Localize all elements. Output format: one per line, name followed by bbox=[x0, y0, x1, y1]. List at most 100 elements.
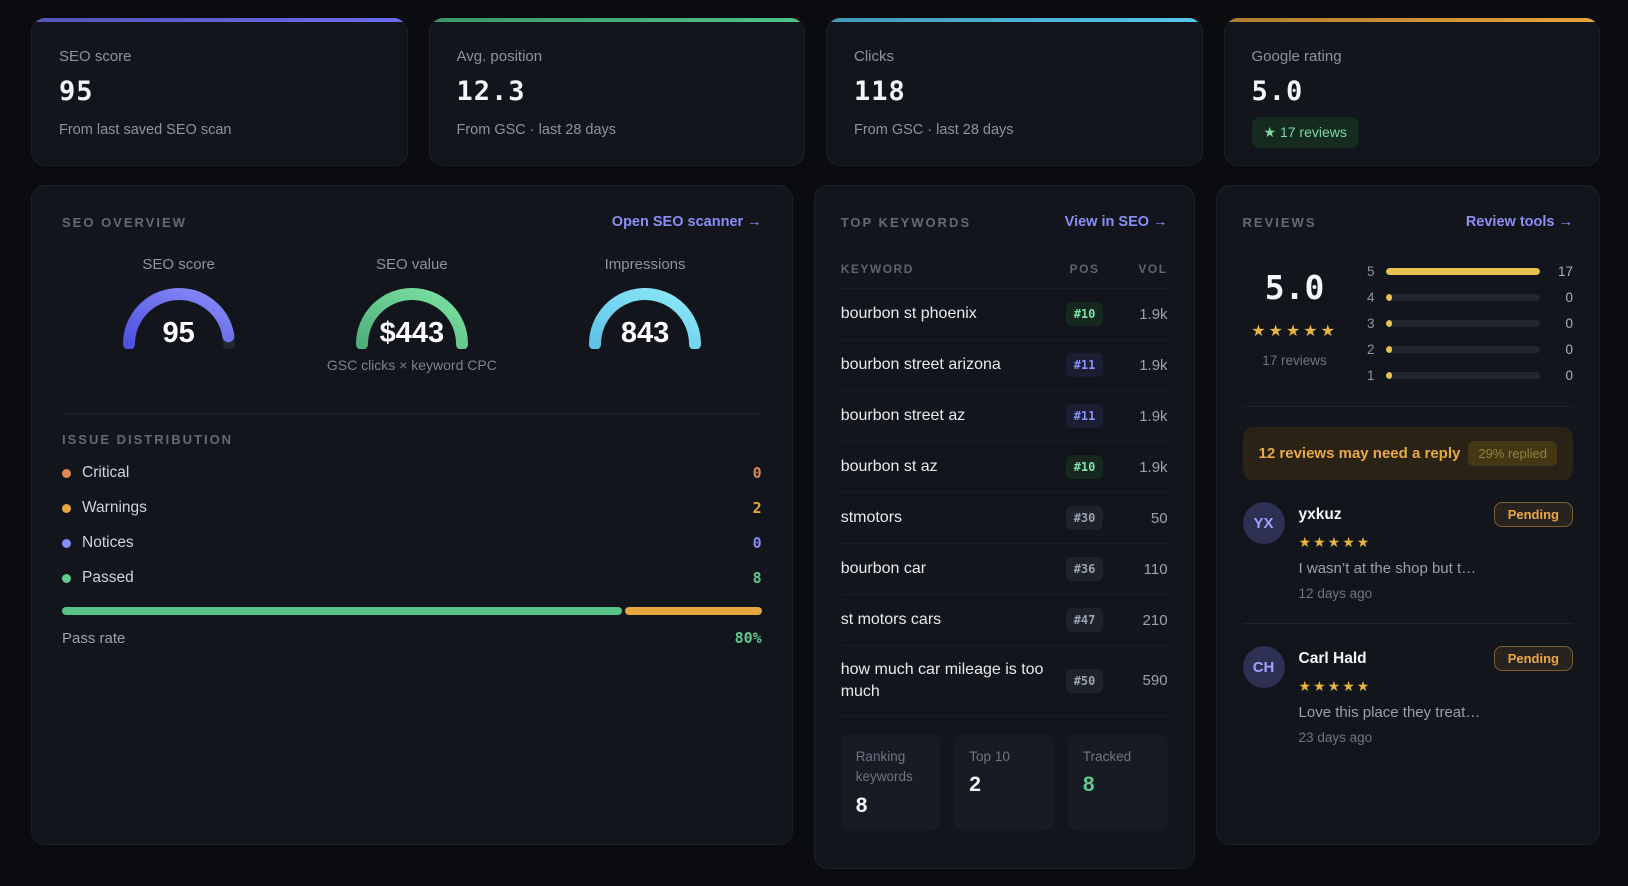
open-seo-scanner-link[interactable]: Open SEO scanner → bbox=[612, 214, 762, 230]
top10-stat: Top 10 2 bbox=[954, 734, 1054, 831]
pass-rate-value: 80% bbox=[734, 629, 762, 647]
stat-label: Avg. position bbox=[456, 48, 543, 65]
view-in-seo-link[interactable]: View in SEO → bbox=[1065, 214, 1168, 230]
gauge-label: Impressions bbox=[604, 256, 686, 273]
review-text: Love this place they treat… bbox=[1298, 704, 1481, 721]
issue-row-warnings: Warnings 2 bbox=[62, 499, 762, 517]
distribution-row-1: 1 0 bbox=[1365, 362, 1573, 388]
tracked-stat: Tracked 8 bbox=[1067, 734, 1168, 831]
position-badge: #11 bbox=[1065, 353, 1104, 377]
keyword-text: bourbon st phoenix bbox=[840, 305, 977, 323]
keyword-volume: 1.9k bbox=[1139, 458, 1168, 476]
distribution-row-5: 5 17 bbox=[1365, 258, 1573, 284]
seo-overview-header: SEO OVERVIEW Open SEO scanner → bbox=[62, 214, 762, 230]
review-item[interactable]: YX yxkuz Pending ★★★★★ I wasn’t at the s… bbox=[1242, 502, 1573, 601]
stat-subtitle: From GSC · last 28 days bbox=[854, 122, 1014, 138]
status-badge: Pending bbox=[1493, 502, 1573, 527]
stat-card-google-rating: Google rating 5.0 ★ 17 reviews bbox=[1223, 18, 1600, 166]
keyword-row[interactable]: st motors cars #47 210 bbox=[840, 595, 1168, 646]
status-badge: Pending bbox=[1493, 646, 1573, 671]
issue-count: 8 bbox=[752, 569, 762, 587]
reviews-panel: REVIEWS Review tools → 5.0 ★★★★★ 17 revi… bbox=[1215, 185, 1600, 845]
pass-rate-bar-passed-segment bbox=[62, 607, 622, 615]
rating-score: 5.0 bbox=[1264, 268, 1325, 307]
keyword-row[interactable]: bourbon car #36 110 bbox=[840, 544, 1168, 595]
card-accent-bar bbox=[32, 18, 407, 22]
pass-rate-bar bbox=[62, 607, 762, 615]
issue-row-critical: Critical 0 bbox=[62, 464, 762, 482]
keyword-stats-row: Ranking keywords 8 Top 10 2 Tracked 8 bbox=[840, 734, 1168, 831]
position-badge: #30 bbox=[1065, 506, 1104, 530]
distribution-count: 0 bbox=[1565, 341, 1573, 357]
avatar: YX bbox=[1242, 502, 1285, 544]
issue-count: 0 bbox=[752, 464, 762, 482]
pass-rate-row: Pass rate 80% bbox=[62, 629, 762, 647]
needs-reply-banner[interactable]: 12 reviews may need a reply 29% replied bbox=[1242, 427, 1573, 480]
panel-title: SEO OVERVIEW bbox=[62, 214, 187, 230]
gauge-label: SEO score bbox=[142, 256, 215, 273]
stat-card-avg-position: Avg. position 12.3 From GSC · last 28 da… bbox=[428, 18, 805, 166]
gauge-subtitle: GSC clicks × keyword CPC bbox=[326, 357, 497, 373]
gauge-value: 843 bbox=[620, 317, 670, 349]
keyword-row[interactable]: bourbon street az #11 1.9k bbox=[840, 391, 1168, 442]
review-item[interactable]: CH Carl Hald Pending ★★★★★ Love this pla… bbox=[1242, 623, 1573, 745]
issue-label: Passed bbox=[82, 569, 134, 586]
star-level-label: 5 bbox=[1367, 263, 1375, 279]
distribution-bar bbox=[1385, 293, 1540, 301]
distribution-bar bbox=[1385, 345, 1540, 353]
stat-label: Google rating bbox=[1251, 48, 1342, 65]
review-stars-icon: ★★★★★ bbox=[1298, 534, 1372, 550]
review-body: yxkuz Pending ★★★★★ I wasn’t at the shop… bbox=[1299, 502, 1573, 601]
review-stars-icon: ★★★★★ bbox=[1298, 678, 1372, 694]
issue-count: 2 bbox=[752, 499, 762, 517]
top-keywords-header: TOP KEYWORDS View in SEO → bbox=[841, 214, 1168, 230]
distribution-bar bbox=[1385, 319, 1540, 327]
review-tools-link[interactable]: Review tools → bbox=[1466, 214, 1573, 230]
stat-value: 12.3 bbox=[456, 76, 526, 107]
passed-dot-icon bbox=[62, 573, 71, 583]
reviews-count-badge[interactable]: ★ 17 reviews bbox=[1251, 117, 1359, 148]
gauge-label: SEO value bbox=[375, 256, 448, 273]
stat-value: 118 bbox=[854, 76, 906, 107]
keyword-row[interactable]: bourbon st phoenix #10 1.9k bbox=[840, 289, 1168, 340]
keyword-row[interactable]: stmotors #30 50 bbox=[840, 493, 1168, 544]
ranking-keywords-stat: Ranking keywords 8 bbox=[840, 734, 941, 831]
column-header-keyword: KEYWORD bbox=[840, 262, 914, 276]
position-badge: #50 bbox=[1065, 668, 1104, 693]
keyword-row[interactable]: how much car mileage is too much #50 590 bbox=[840, 646, 1168, 717]
keyword-row[interactable]: bourbon street arizona #11 1.9k bbox=[840, 340, 1168, 391]
needs-reply-text: 12 reviews may need a reply bbox=[1258, 445, 1461, 462]
stat-box-label: Top 10 bbox=[969, 749, 1010, 765]
position-badge: #36 bbox=[1065, 557, 1104, 581]
column-header-vol: VOL bbox=[1138, 262, 1168, 276]
star-level-label: 3 bbox=[1367, 315, 1375, 331]
gauge-impressions: Impressions 843 bbox=[528, 256, 761, 373]
keyword-text: bourbon st az bbox=[840, 458, 938, 476]
distribution-row-3: 3 0 bbox=[1365, 310, 1573, 336]
keyword-row[interactable]: bourbon st az #10 1.9k bbox=[840, 442, 1168, 493]
stat-label: Clicks bbox=[854, 48, 894, 65]
distribution-count: 0 bbox=[1565, 367, 1573, 383]
panel-title: TOP KEYWORDS bbox=[840, 214, 972, 230]
review-body: Carl Hald Pending ★★★★★ Love this place … bbox=[1299, 646, 1573, 745]
reviews-header: REVIEWS Review tools → bbox=[1243, 214, 1573, 230]
stat-label: SEO score bbox=[59, 48, 132, 65]
distribution-bar bbox=[1385, 371, 1540, 379]
seo-overview-panel: SEO OVERVIEW Open SEO scanner → SEO scor… bbox=[31, 185, 793, 845]
gauges-row: SEO score 95 SEO value $443 GSC clicks ×… bbox=[62, 256, 762, 373]
position-badge: #10 bbox=[1065, 302, 1104, 326]
star-level-label: 1 bbox=[1367, 367, 1375, 383]
distribution-count: 17 bbox=[1557, 263, 1573, 279]
pass-rate-bar-warning-segment bbox=[624, 607, 762, 615]
reviewer-name: Carl Hald bbox=[1298, 649, 1367, 667]
review-text: I wasn’t at the shop but t… bbox=[1298, 560, 1477, 577]
keyword-text: bourbon street az bbox=[840, 407, 966, 425]
distribution-bar bbox=[1385, 267, 1540, 275]
star-level-label: 4 bbox=[1367, 289, 1375, 305]
rating-score-block: 5.0 ★★★★★ 17 reviews bbox=[1243, 256, 1347, 388]
review-date: 12 days ago bbox=[1298, 586, 1373, 601]
issue-row-passed: Passed 8 bbox=[62, 569, 762, 587]
panel-title: REVIEWS bbox=[1242, 214, 1317, 230]
position-badge: #10 bbox=[1065, 455, 1104, 479]
stat-subtitle: From last saved SEO scan bbox=[59, 122, 232, 138]
